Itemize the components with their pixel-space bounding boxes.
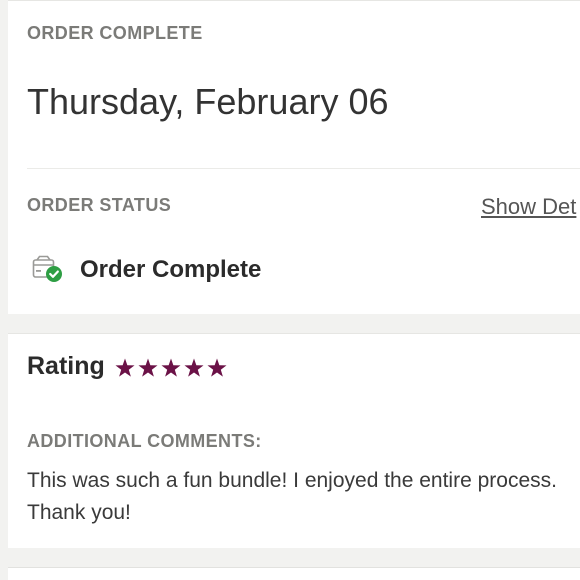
comment-text: This was such a fun bundle! I enjoyed th…: [27, 469, 557, 524]
order-date: Thursday, February 06: [27, 81, 389, 122]
section-divider: [27, 168, 580, 169]
package-check-icon: [32, 255, 62, 282]
star-icon: [161, 358, 181, 377]
star-icon: [115, 358, 135, 377]
star-icon: [138, 358, 158, 377]
rating-label: Rating: [27, 352, 105, 380]
star-icon: [207, 358, 227, 377]
star-icon: [184, 358, 204, 377]
star-rating: [115, 358, 227, 377]
show-details-link[interactable]: Show Det: [481, 194, 576, 220]
additional-comments-heading: ADDITIONAL COMMENTS:: [27, 431, 262, 451]
order-status-heading: ORDER STATUS: [27, 195, 172, 215]
order-complete-heading: ORDER COMPLETE: [27, 23, 203, 43]
review-card: Rating ADDITIONAL COMMENTS: This was suc…: [8, 333, 580, 548]
order-summary-card: ORDER COMPLETE Thursday, February 06 ORD…: [8, 0, 580, 314]
order-status-text: Order Complete: [80, 256, 262, 283]
order-page: ORDER COMPLETE Thursday, February 06 ORD…: [0, 0, 580, 580]
next-card: [8, 567, 580, 580]
